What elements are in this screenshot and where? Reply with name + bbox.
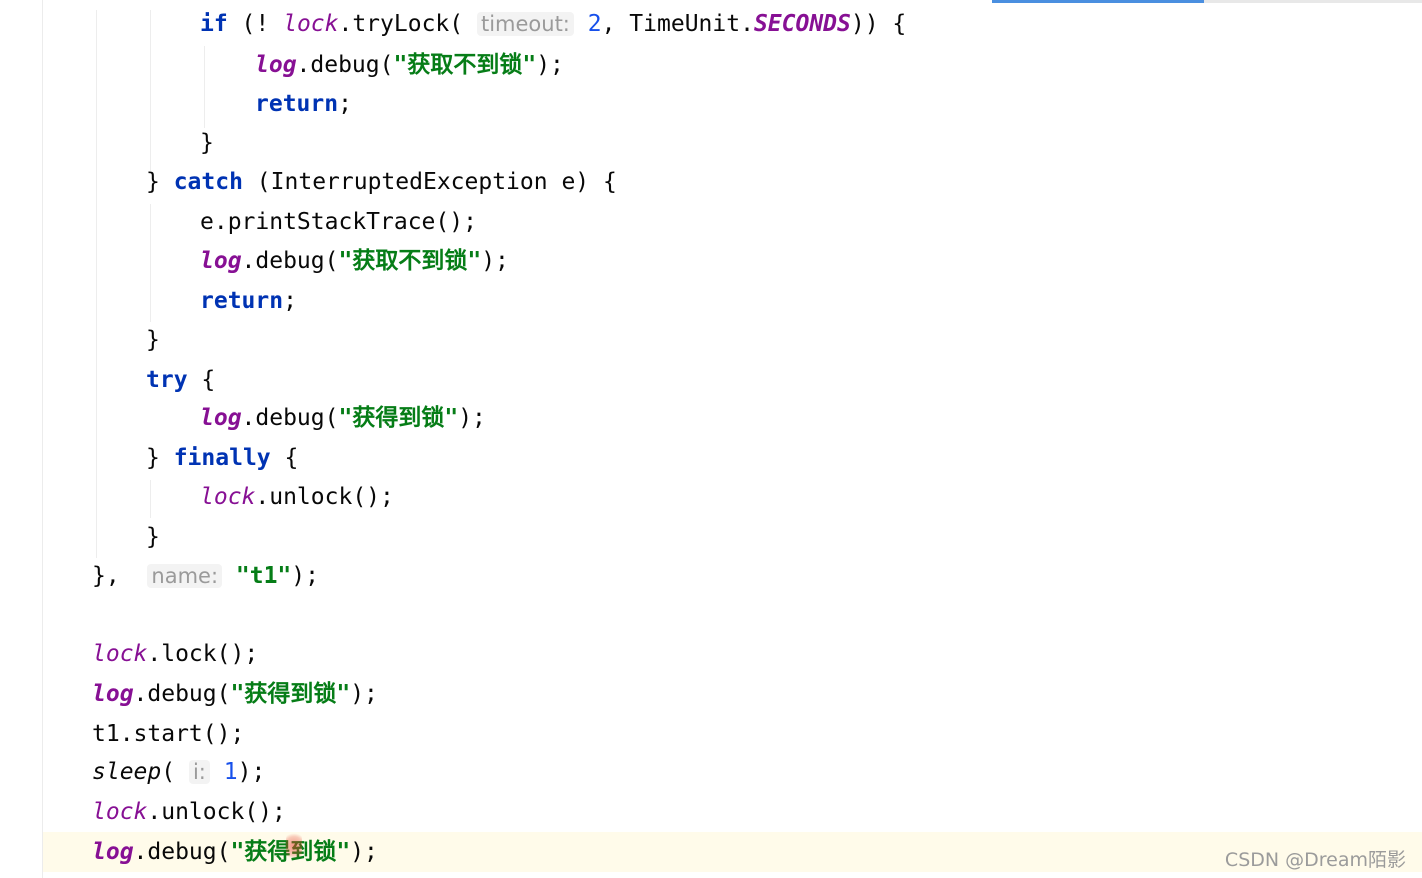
code-text: );	[458, 405, 486, 431]
code-line[interactable]: return;	[255, 84, 352, 124]
code-line[interactable]: t1.start();	[92, 714, 244, 754]
field-reference: log	[255, 52, 297, 78]
keyword: try	[146, 367, 188, 393]
code-text: ;	[283, 288, 297, 314]
code-text: )) {	[850, 11, 907, 37]
indent-guide	[150, 10, 151, 172]
code-line[interactable]: sleep( i: 1);	[92, 752, 265, 792]
number-literal: 2	[587, 11, 602, 37]
field-reference: lock	[200, 484, 256, 510]
code-line[interactable]: }, name: "t1");	[92, 556, 319, 596]
keyword: catch	[173, 169, 243, 195]
field-reference: log	[200, 248, 242, 274]
code-text: },	[92, 563, 148, 589]
code-text: {	[187, 367, 216, 393]
code-text: }	[146, 327, 160, 353]
code-text: (!	[227, 11, 284, 37]
code-line[interactable]: log.debug("获取不到锁");	[200, 241, 509, 281]
string-literal: "获得到锁"	[230, 681, 351, 707]
code-text: , TimeUnit.	[601, 11, 754, 37]
code-text: );	[237, 759, 266, 785]
code-text: }	[146, 445, 174, 471]
field-reference: log	[92, 681, 134, 707]
keyword: return	[255, 91, 339, 117]
code-line[interactable]: if (! lock.tryLock( timeout: 2, TimeUnit…	[200, 4, 906, 44]
static-field-reference: SECONDS	[753, 11, 851, 37]
code-line[interactable]: log.debug("获得到锁");	[92, 832, 378, 872]
string-literal: "获得到锁"	[338, 405, 459, 431]
code-text: {	[270, 445, 299, 471]
code-line[interactable]: }	[200, 123, 214, 163]
code-text: .debug(	[296, 52, 394, 78]
code-text: (	[161, 759, 189, 785]
code-text: .tryLock(	[338, 11, 477, 37]
code-text: .debug(	[133, 839, 231, 865]
number-literal: 1	[223, 759, 238, 785]
code-text: (InterruptedException e) {	[242, 169, 617, 195]
string-literal: "获取不到锁"	[338, 248, 482, 274]
code-text: .debug(	[133, 681, 231, 707]
horizontal-scrollbar-thumb[interactable]	[992, 0, 1204, 3]
code-line[interactable]: lock.unlock();	[200, 477, 394, 517]
code-line[interactable]: try {	[146, 360, 215, 400]
code-text: );	[291, 563, 319, 589]
code-line[interactable]: lock.unlock();	[92, 792, 286, 832]
code-line[interactable]: }	[146, 320, 160, 360]
gutter-divider	[42, 0, 43, 878]
code-line[interactable]: e.printStackTrace();	[200, 202, 477, 242]
parameter-hint: i:	[188, 760, 210, 784]
keyword: finally	[173, 445, 271, 471]
code-text: .unlock();	[147, 799, 286, 825]
parameter-hint: name:	[147, 564, 223, 588]
code-line[interactable]: log.debug("获取不到锁");	[255, 45, 564, 85]
parameter-hint: timeout:	[476, 12, 574, 36]
indent-guide	[150, 480, 151, 518]
code-line[interactable]: log.debug("获得到锁");	[92, 674, 378, 714]
keyword: return	[200, 288, 284, 314]
code-text: ;	[338, 91, 352, 117]
field-reference: log	[92, 839, 134, 865]
code-text: .debug(	[241, 405, 339, 431]
code-text: e.printStackTrace();	[200, 209, 477, 235]
code-line[interactable]: log.debug("获得到锁");	[200, 398, 486, 438]
code-line[interactable]: lock.lock();	[92, 634, 258, 674]
code-text: .lock();	[147, 641, 259, 667]
indent-guide	[150, 204, 151, 322]
code-text: .unlock();	[255, 484, 394, 510]
code-text: );	[350, 681, 378, 707]
code-text: .debug(	[241, 248, 339, 274]
keyword: if	[200, 11, 228, 37]
field-reference: lock	[92, 641, 148, 667]
code-line[interactable]: return;	[200, 281, 297, 321]
code-text: );	[350, 839, 378, 865]
code-text: );	[536, 52, 564, 78]
code-line[interactable]: } catch (InterruptedException e) {	[146, 162, 617, 202]
static-method-call: sleep	[92, 759, 162, 785]
code-text: }	[146, 169, 174, 195]
code-text: );	[481, 248, 509, 274]
string-literal: "t1"	[235, 563, 292, 589]
indent-guide	[204, 46, 205, 128]
code-text: t1.start();	[92, 721, 245, 747]
mouse-cursor-highlight	[286, 831, 302, 861]
field-reference: lock	[92, 799, 148, 825]
string-literal: "获取不到锁"	[393, 52, 537, 78]
field-reference: log	[200, 405, 242, 431]
code-line[interactable]: }	[146, 517, 160, 557]
code-text: }	[200, 130, 214, 156]
indent-guide	[96, 10, 97, 558]
code-editor[interactable]: if (! lock.tryLock( timeout: 2, TimeUnit…	[0, 0, 1422, 878]
watermark: CSDN @Dream陌影	[1224, 849, 1406, 871]
field-reference: lock	[283, 11, 339, 37]
code-text: }	[146, 524, 160, 550]
code-line[interactable]: } finally {	[146, 438, 298, 478]
horizontal-scrollbar-track[interactable]	[1204, 0, 1422, 3]
